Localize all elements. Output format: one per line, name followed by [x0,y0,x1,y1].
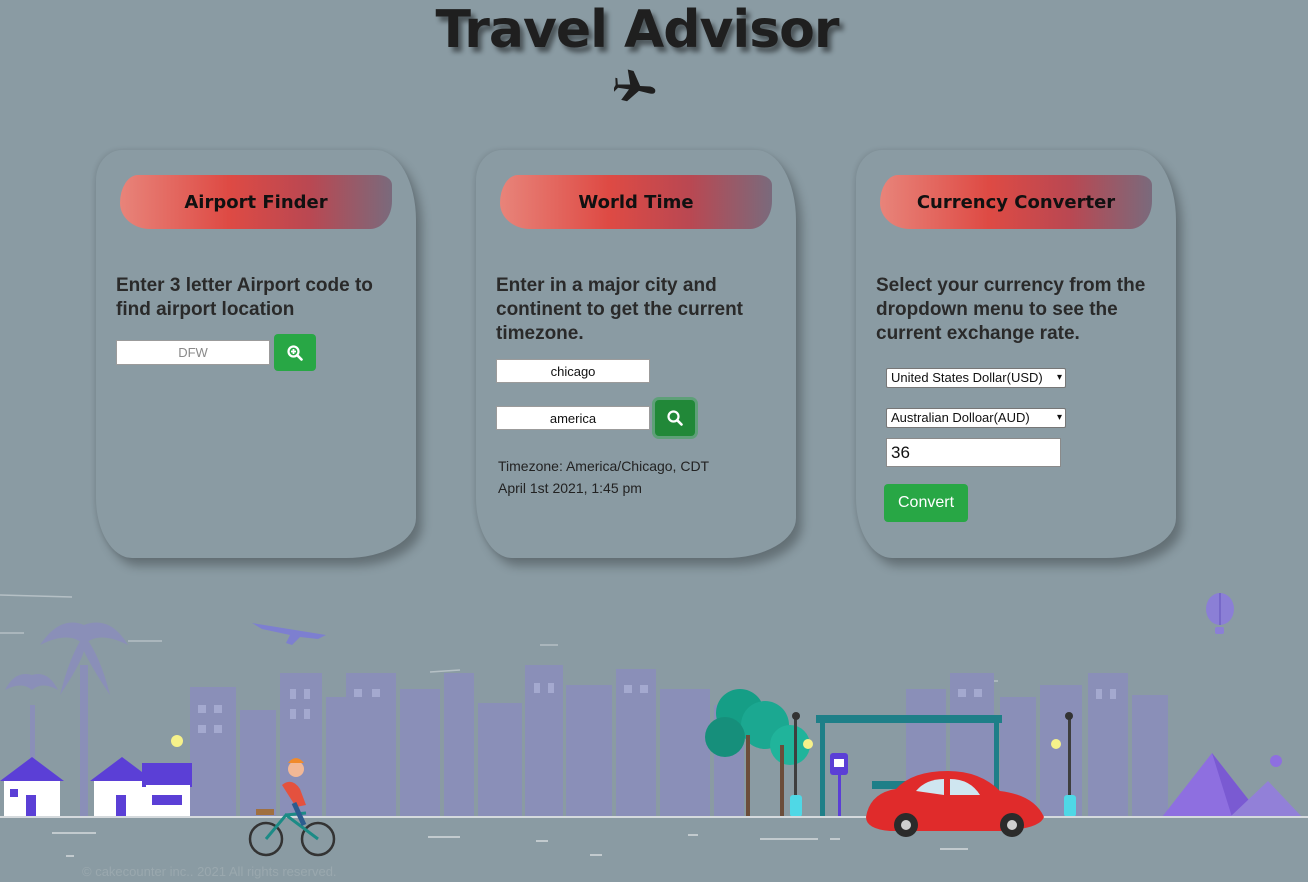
timezone-search-button[interactable] [655,400,695,436]
road-dashes [52,832,968,857]
chevron-down-icon: ▾ [1056,372,1062,383]
airport-finder-card: Airport Finder Enter 3 letter Airport co… [96,150,416,558]
chevron-down-icon: ▾ [1056,412,1062,423]
airport-finder-description: Enter 3 letter Airport code to find airp… [116,275,373,320]
copyright-text: © cakecounter inc.. 2021 All rights rese… [82,864,337,879]
airport-finder-title: Airport Finder [120,175,392,229]
convert-button[interactable]: Convert [884,484,968,522]
world-time-description: Enter in a major city and continent to g… [496,275,743,344]
timezone-result-datetime: April 1st 2021, 1:45 pm [498,480,642,496]
timezone-result: Timezone: America/Chicago, CDT April 1st… [498,455,788,499]
pyramids [1162,753,1302,817]
timezone-result-zone: Timezone: America/Chicago, CDT [498,458,710,474]
from-currency-value: United States Dollar(USD) [891,370,1043,385]
to-currency-select[interactable]: Australian Dolloar(AUD) ▾ [886,408,1066,428]
zoom-in-icon [287,344,303,361]
continent-input[interactable] [496,406,650,430]
from-currency-select[interactable]: United States Dollar(USD) ▾ [886,368,1066,388]
houses [0,735,192,817]
currency-converter-description: Select your currency from the dropdown m… [876,275,1146,344]
currency-converter-card: Currency Converter Select your currency … [856,150,1176,558]
city-input[interactable] [496,359,650,383]
search-icon [667,410,683,426]
airplane-icon [252,623,326,645]
site-title: Travel Advisor [435,0,839,60]
to-currency-value: Australian Dolloar(AUD) [891,410,1030,425]
city-illustration [0,593,1308,857]
amount-input[interactable] [886,438,1061,467]
city-skyline [190,665,1168,817]
airport-search-button[interactable] [274,334,316,371]
world-time-title: World Time [500,175,772,229]
currency-converter-title: Currency Converter [880,175,1152,229]
balloon-icon [1206,593,1234,634]
world-time-card: World Time Enter in a major city and con… [476,150,796,558]
airplane-icon [614,69,656,102]
airport-code-input[interactable] [116,340,270,365]
